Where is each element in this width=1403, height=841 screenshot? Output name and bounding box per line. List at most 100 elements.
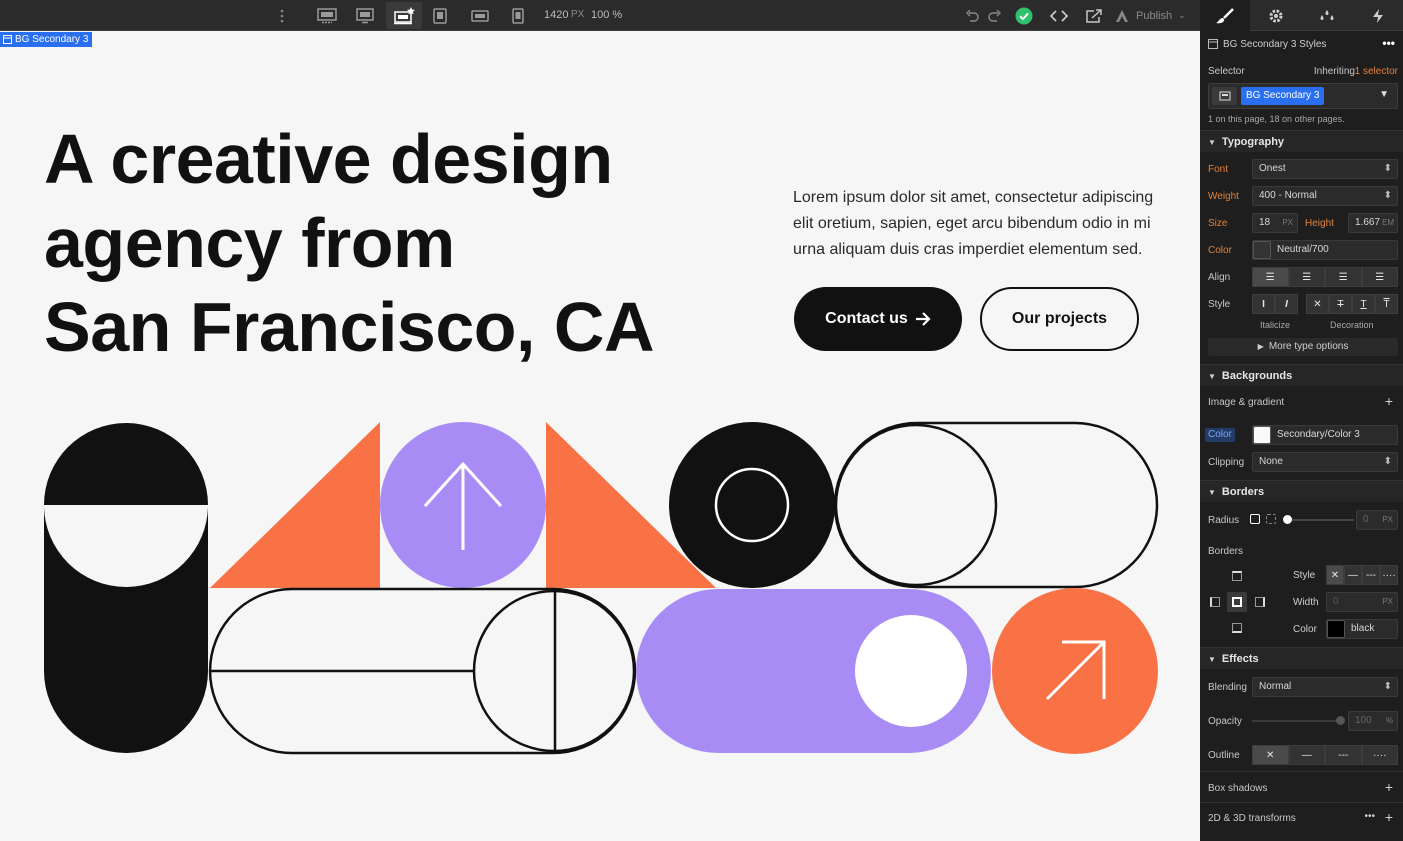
overline-icon[interactable]: T (1375, 294, 1398, 314)
font-select[interactable]: Onest (1252, 159, 1398, 179)
border-none-icon[interactable]: ✕ (1326, 565, 1344, 585)
transforms-more-icon[interactable]: ••• (1364, 811, 1375, 822)
more-type-options-button[interactable]: ▶ More type options (1208, 338, 1398, 356)
italic-on-icon[interactable]: I (1275, 294, 1298, 314)
canvas-width-value[interactable]: 1420 (544, 9, 568, 21)
undo-icon[interactable] (960, 4, 984, 27)
weight-select[interactable]: 400 - Normal (1252, 186, 1398, 206)
settings-gear-icon[interactable] (1251, 0, 1301, 31)
border-solid-icon[interactable]: — (1344, 565, 1362, 585)
italic-off-icon[interactable]: I (1252, 294, 1275, 314)
breakpoint-tablet-icon[interactable] (425, 4, 455, 27)
lightning-icon[interactable] (1353, 0, 1403, 31)
border-color-field[interactable]: black (1326, 619, 1398, 639)
add-background-icon[interactable]: + (1385, 393, 1393, 409)
add-box-shadow-icon[interactable]: + (1385, 779, 1393, 795)
border-dashed-icon[interactable]: --- (1362, 565, 1380, 585)
status-ok-icon[interactable] (1012, 4, 1036, 27)
bg-color-field[interactable]: Secondary/Color 3 (1252, 425, 1398, 445)
line-height-input[interactable]: 1.667 EM (1348, 213, 1398, 233)
panel-header-title: BG Secondary 3 Styles (1223, 39, 1327, 50)
breakpoint-mobile-landscape-icon[interactable] (465, 4, 495, 27)
breakpoint-desktop-medium-icon[interactable] (350, 4, 380, 27)
clipping-select[interactable]: None (1252, 452, 1398, 472)
weight-label: Weight (1208, 191, 1239, 202)
top-toolbar: 1420 PX 100 % Publish ⌄ (0, 0, 1200, 31)
outline-none-icon[interactable]: ✕ (1252, 745, 1289, 765)
border-bottom-icon[interactable] (1232, 623, 1242, 633)
code-icon[interactable] (1044, 4, 1074, 27)
add-transform-icon[interactable]: + (1385, 809, 1393, 825)
align-right-icon[interactable]: ☰ (1325, 267, 1362, 287)
opacity-slider-track[interactable] (1252, 720, 1340, 722)
selector-field[interactable]: BG Secondary 3 ▼ (1208, 83, 1398, 109)
selector-dropdown-icon[interactable]: ▼ (1379, 89, 1389, 100)
canvas-width-unit: PX (571, 9, 585, 20)
decoration-caption: Decoration (1330, 320, 1374, 330)
border-width-input[interactable]: 0 PX (1326, 592, 1398, 612)
border-right-icon[interactable] (1255, 597, 1265, 607)
interactions-drops-icon[interactable] (1302, 0, 1352, 31)
border-top-icon[interactable] (1232, 571, 1242, 581)
backgrounds-title: Backgrounds (1221, 370, 1293, 382)
strikethrough-icon[interactable]: T (1329, 294, 1352, 314)
collapse-triangle-icon: ▼ (1208, 372, 1216, 381)
more-options-icon[interactable]: ••• (1382, 36, 1395, 50)
inheriting-count[interactable]: 1 selector (1355, 66, 1398, 77)
selector-type-icon[interactable] (1212, 87, 1237, 105)
opacity-slider-handle[interactable] (1336, 716, 1345, 725)
underline-icon[interactable]: T (1352, 294, 1375, 314)
border-all-icon[interactable] (1232, 597, 1242, 607)
border-dotted-icon[interactable]: ···· (1380, 565, 1398, 585)
align-left-icon[interactable]: ☰ (1252, 267, 1289, 287)
outline-solid-icon[interactable]: — (1288, 745, 1325, 765)
radius-slider-track[interactable] (1286, 519, 1354, 521)
text-color-swatch[interactable] (1253, 241, 1271, 259)
outline-pill-top (833, 421, 1159, 589)
opacity-label: Opacity (1208, 716, 1242, 727)
breakpoint-mobile-portrait-icon[interactable] (503, 4, 533, 27)
design-canvas[interactable]: BG Secondary 3 A creative design agency … (0, 31, 1200, 841)
bg-color-swatch[interactable] (1253, 426, 1271, 444)
divider (1200, 802, 1403, 803)
radius-individual-icon[interactable] (1266, 514, 1276, 524)
breakpoint-desktop-base-icon[interactable] (386, 2, 422, 29)
zoom-level[interactable]: 100 % (591, 9, 622, 21)
radius-input[interactable]: 0 PX (1356, 510, 1398, 530)
borders-section-header[interactable]: ▼ Borders (1200, 480, 1403, 502)
border-left-icon[interactable] (1210, 597, 1220, 607)
redo-icon[interactable] (983, 4, 1007, 27)
orange-circle-arrow (992, 588, 1158, 754)
blending-select[interactable]: Normal (1252, 677, 1398, 697)
bg-color-value: Secondary/Color 3 (1277, 429, 1360, 440)
collapse-triangle-icon: ▼ (1208, 138, 1216, 147)
breakpoint-desktop-large-icon[interactable] (312, 4, 342, 27)
transforms-label: 2D & 3D transforms (1208, 813, 1296, 824)
inheriting-label: Inheriting (1313, 66, 1355, 77)
style-panel: BG Secondary 3 Styles ••• Selector Inher… (1200, 31, 1403, 841)
backgrounds-section-header[interactable]: ▼ Backgrounds (1200, 364, 1403, 386)
radius-slider-handle[interactable] (1283, 515, 1292, 524)
style-brush-icon[interactable] (1200, 0, 1250, 31)
chevron-down-icon: ⌄ (1178, 10, 1186, 20)
more-vertical-icon[interactable] (274, 4, 290, 27)
typography-section-header[interactable]: ▼ Typography (1200, 130, 1403, 152)
radius-all-icon[interactable] (1250, 514, 1260, 524)
align-center-icon[interactable]: ☰ (1288, 267, 1325, 287)
selector-chip[interactable]: BG Secondary 3 (1241, 87, 1325, 105)
border-width-label: Width (1293, 597, 1319, 608)
opacity-input[interactable]: 100 % (1348, 711, 1398, 731)
decoration-none-icon[interactable]: ✕ (1306, 294, 1329, 314)
border-color-swatch[interactable] (1327, 620, 1345, 638)
outline-dotted-icon[interactable]: ···· (1361, 745, 1398, 765)
publish-menu[interactable]: Publish ⌄ (1114, 4, 1194, 27)
style-label: Style (1208, 299, 1231, 310)
align-justify-icon[interactable]: ☰ (1361, 267, 1398, 287)
font-size-input[interactable]: 18 PX (1252, 213, 1298, 233)
image-gradient-label: Image & gradient (1208, 397, 1285, 408)
share-icon[interactable] (1079, 4, 1109, 27)
text-align-control: ☰ ☰ ☰ ☰ (1252, 267, 1398, 287)
text-color-field[interactable]: Neutral/700 (1252, 240, 1398, 260)
effects-section-header[interactable]: ▼ Effects (1200, 647, 1403, 669)
outline-dashed-icon[interactable]: --- (1325, 745, 1362, 765)
